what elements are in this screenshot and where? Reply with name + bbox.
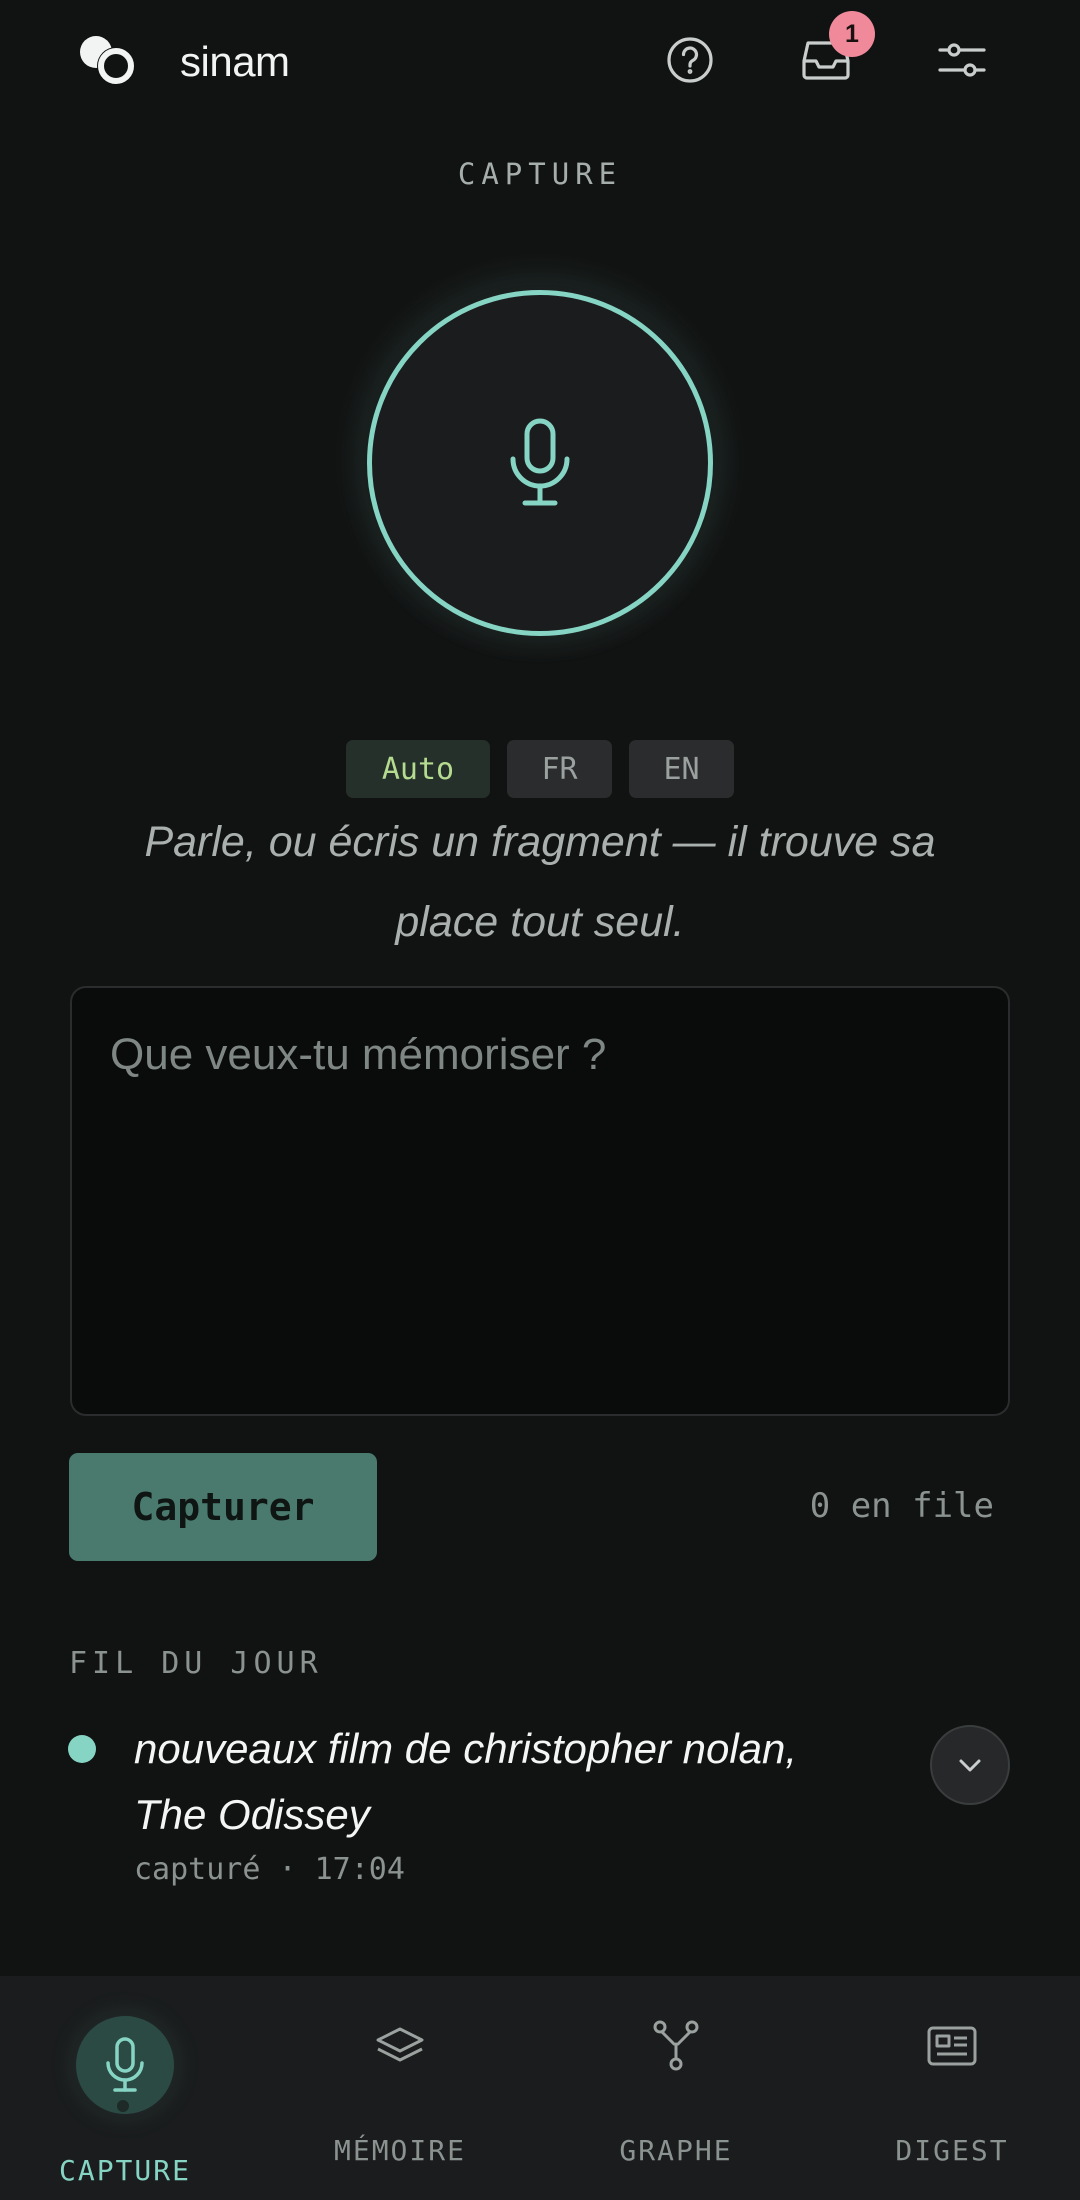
capture-hint: Parle, ou écris un fragment — il trouve … xyxy=(144,818,936,946)
record-button[interactable] xyxy=(367,290,713,636)
settings-button[interactable] xyxy=(932,30,992,90)
page-title: CAPTURE xyxy=(457,157,623,191)
tab-graphe-label: GRAPHE xyxy=(619,2134,733,2167)
app-name: sinam xyxy=(180,38,290,85)
sliders-icon xyxy=(938,43,986,77)
chevron-down-icon xyxy=(959,1759,981,1772)
newspaper-icon xyxy=(922,2016,982,2076)
feed-item-text: nouveaux film de christopher nolan, The … xyxy=(134,1725,798,1838)
bottom-navigation: CAPTURE MÉMOIRE GRAPHE DIGEST xyxy=(0,1976,1080,2200)
queue-status: 0 en file xyxy=(809,1486,994,1526)
language-selector: Auto FR EN xyxy=(346,740,734,798)
language-chip-en[interactable]: EN xyxy=(629,740,734,798)
tab-memoire-label: MÉMOIRE xyxy=(333,2134,466,2167)
language-chip-fr[interactable]: FR xyxy=(507,740,612,798)
capture-button[interactable]: Capturer xyxy=(69,1453,377,1561)
active-tab-indicator xyxy=(117,2100,129,2112)
feed-title: FIL DU JOUR xyxy=(69,1646,323,1681)
tab-graphe[interactable]: GRAPHE xyxy=(566,1976,786,2200)
status-dot xyxy=(68,1735,96,1763)
feed-item-meta: capturé · 17:04 xyxy=(134,1852,405,1887)
tab-capture[interactable]: CAPTURE xyxy=(15,1976,235,2200)
top-bar: sinam 1 xyxy=(0,0,1080,124)
sinam-logo-icon xyxy=(76,30,142,90)
tab-memoire[interactable]: MÉMOIRE xyxy=(290,1976,510,2200)
app-root: sinam 1 CAPTURE Auto FR EN Parle, ou écr… xyxy=(0,0,1080,2200)
tab-digest[interactable]: DIGEST xyxy=(842,1976,1062,2200)
microphone-icon xyxy=(510,418,570,506)
language-chip-auto[interactable]: Auto xyxy=(346,740,490,798)
help-icon xyxy=(667,37,713,83)
tab-capture-label: CAPTURE xyxy=(58,2154,191,2187)
expand-button[interactable] xyxy=(930,1725,1010,1805)
microphone-icon xyxy=(76,2016,174,2114)
graph-icon xyxy=(646,2016,706,2076)
memo-input[interactable] xyxy=(70,986,1010,1416)
notification-badge: 1 xyxy=(829,11,875,57)
layers-icon xyxy=(370,2016,430,2076)
tab-digest-label: DIGEST xyxy=(895,2134,1009,2167)
help-button[interactable] xyxy=(660,30,720,90)
